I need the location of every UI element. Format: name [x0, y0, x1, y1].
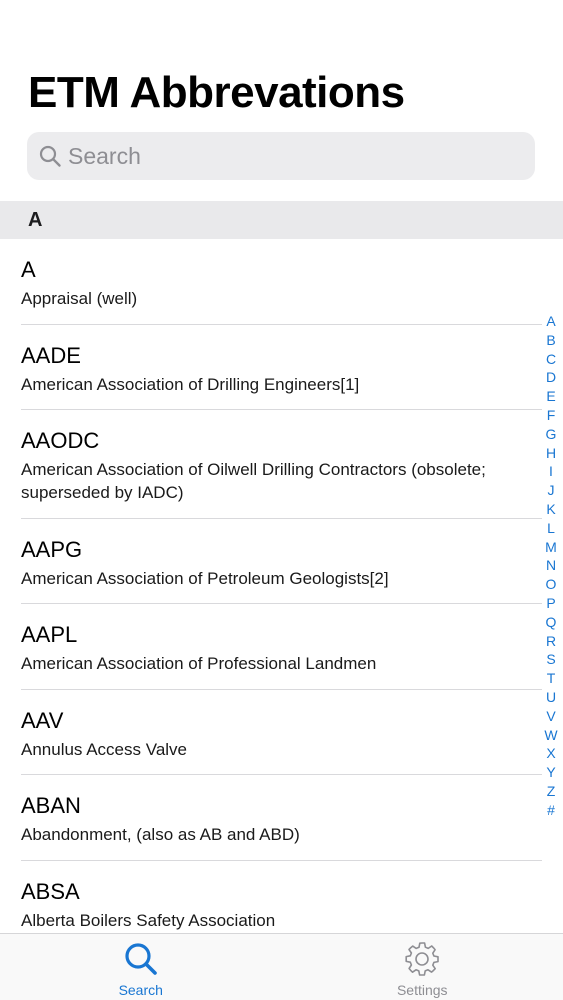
search-icon [37, 143, 63, 169]
index-letter-hash[interactable]: # [547, 801, 555, 820]
abbreviation-list: A A Appraisal (well) AADE American Assoc… [0, 201, 563, 933]
index-letter-b[interactable]: B [546, 331, 555, 350]
index-letter-a[interactable]: A [546, 312, 555, 331]
index-letter-p[interactable]: P [546, 594, 555, 613]
index-letter-r[interactable]: R [546, 632, 556, 651]
list-item[interactable]: A Appraisal (well) [0, 239, 563, 325]
index-letter-c[interactable]: C [546, 350, 556, 369]
index-letter-w[interactable]: W [544, 726, 557, 745]
search-icon [122, 940, 160, 978]
index-letter-k[interactable]: K [546, 500, 555, 519]
index-letter-i[interactable]: I [549, 462, 553, 481]
list-item[interactable]: AAPG American Association of Petroleum G… [0, 519, 563, 604]
index-letter-j[interactable]: J [548, 481, 555, 500]
index-letter-o[interactable]: O [546, 575, 557, 594]
list-item[interactable]: ABAN Abandonment, (also as AB and ABD) [0, 775, 563, 861]
index-letter-l[interactable]: L [547, 519, 555, 538]
gear-icon [403, 940, 441, 978]
abbreviation-description: Annulus Access Valve [21, 739, 187, 759]
tab-bar: Search Settings [0, 933, 563, 1000]
index-letter-t[interactable]: T [547, 669, 556, 688]
search-input[interactable] [68, 142, 508, 170]
abbreviation-description: Abandonment, (also as AB and ABD) [21, 825, 300, 844]
tab-search[interactable]: Search [0, 934, 282, 1000]
list-item[interactable]: AAV Annulus Access Valve [0, 690, 563, 775]
index-letter-g[interactable]: G [546, 425, 557, 444]
list-item[interactable]: AAODC American Association of Oilwell Dr… [0, 410, 563, 519]
abbreviation-description: Appraisal (well) [21, 289, 138, 308]
index-letter-e[interactable]: E [546, 387, 555, 406]
index-letter-z[interactable]: Z [547, 782, 556, 801]
index-letter-d[interactable]: D [546, 368, 556, 387]
app-screen: ETM Abbrevations A A Appraisal (well) AA… [0, 0, 563, 1000]
index-letter-y[interactable]: Y [546, 763, 555, 782]
list-item[interactable]: AAPL American Association of Professiona… [0, 604, 563, 690]
index-letter-v[interactable]: V [546, 707, 555, 726]
abbreviation-description: Alberta Boilers Safety Association [21, 910, 276, 930]
tab-label: Settings [396, 982, 448, 998]
section-header-a: A [0, 201, 563, 239]
index-letter-h[interactable]: H [546, 444, 556, 463]
index-letter-m[interactable]: M [545, 538, 557, 557]
page-title: ETM Abbrevations [28, 68, 405, 117]
abbreviation-title: AAPL [21, 622, 78, 647]
abbreviation-title: ABAN [21, 793, 81, 818]
abbreviation-description: American Association of Professional Lan… [21, 654, 377, 673]
tab-label: Search [118, 982, 163, 998]
index-letter-f[interactable]: F [547, 406, 556, 425]
index-letter-u[interactable]: U [546, 688, 556, 707]
abbreviation-title: AAODC [21, 428, 100, 453]
abbreviation-description: American Association of Oilwell Drilling… [21, 460, 486, 502]
abbreviation-description: American Association of Petroleum Geolog… [21, 568, 389, 588]
abbreviation-title: AADE [21, 342, 81, 368]
index-letter-x[interactable]: X [546, 744, 555, 763]
list-item[interactable]: ABSA Alberta Boilers Safety Association [0, 861, 563, 934]
section-index-bar[interactable]: A B C D E F G H I J K L M N O P Q R S T … [544, 312, 558, 820]
list-item[interactable]: AADE American Association of Drilling En… [0, 325, 563, 410]
index-letter-n[interactable]: N [546, 556, 556, 575]
abbreviation-title: AAPG [21, 536, 83, 562]
tab-settings[interactable]: Settings [282, 934, 563, 1000]
abbreviation-description: American Association of Drilling Enginee… [21, 374, 360, 394]
abbreviation-title: ABSA [21, 878, 80, 904]
search-bar[interactable] [27, 132, 535, 180]
abbreviation-title: A [21, 257, 36, 282]
index-letter-s[interactable]: S [546, 650, 555, 669]
abbreviation-title: AAV [21, 707, 64, 733]
index-letter-q[interactable]: Q [546, 613, 557, 632]
